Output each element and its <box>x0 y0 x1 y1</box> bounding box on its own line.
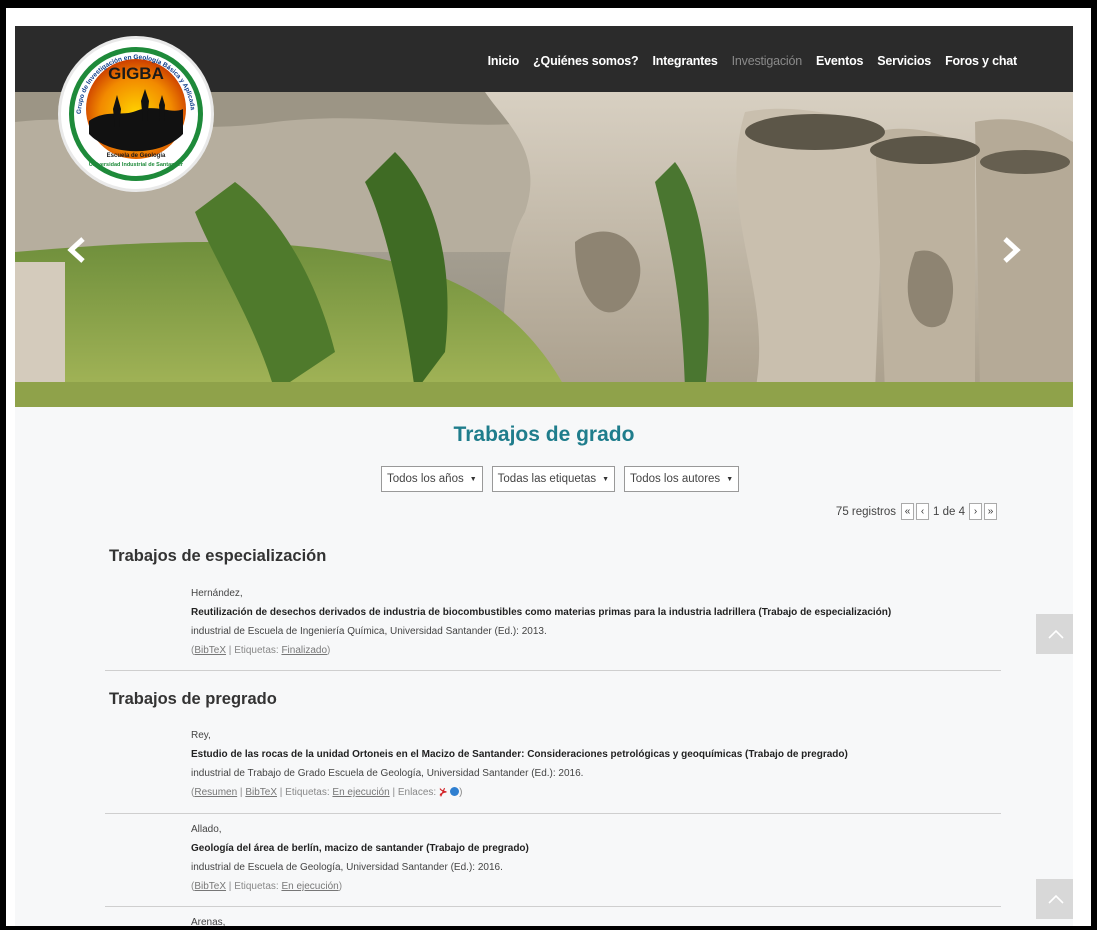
nav-integrantes[interactable]: Integrantes <box>652 54 717 68</box>
nav-investigacion[interactable]: Investigación <box>732 54 803 68</box>
nav-servicios[interactable]: Servicios <box>877 54 931 68</box>
list-item: Allado, Geología del área de berlín, mac… <box>191 820 529 896</box>
page-indicator: 1 de 4 <box>933 505 965 518</box>
nav-inicio[interactable]: Inicio <box>488 54 520 68</box>
logo-university: Universidad Industrial de Santander <box>89 162 184 168</box>
nav-foros-chat[interactable]: Foros y chat <box>945 54 1017 68</box>
entry-author: Rey, <box>191 730 211 741</box>
list-item: Hernández, Reutilización de desechos der… <box>191 584 891 660</box>
year-filter[interactable]: Todos los años ▼ <box>381 466 483 492</box>
section-heading-pregrado: Trabajos de pregrado <box>109 690 277 708</box>
entry-author: Allado, <box>191 824 222 835</box>
entry-title[interactable]: Reutilización de desechos derivados de i… <box>191 603 891 622</box>
entry-author: Hernández, <box>191 588 243 599</box>
caret-down-icon: ▼ <box>602 475 610 483</box>
divider <box>105 670 1001 671</box>
nav-eventos[interactable]: Eventos <box>816 54 863 68</box>
page-title: Trabajos de grado <box>453 423 635 446</box>
top-strip <box>15 15 1073 26</box>
pdf-icon[interactable]: ⊁ <box>439 787 447 798</box>
divider <box>105 813 1001 814</box>
nav-quienes-somos[interactable]: ¿Quiénes somos? <box>533 54 639 68</box>
globe-icon[interactable] <box>450 787 460 796</box>
entry-publisher: industrial de Escuela de Ingeniería Quím… <box>191 626 547 637</box>
logo-name: GIGBA <box>108 64 164 83</box>
chevron-up-icon <box>1048 629 1064 639</box>
chevron-up-icon <box>1048 894 1064 904</box>
browser-frame: Inicio ¿Quiénes somos? Integrantes Inves… <box>6 8 1091 926</box>
entry-publisher: industrial de Escuela de Geología, Unive… <box>191 862 503 873</box>
prev-arrow-icon[interactable] <box>65 236 87 269</box>
tag-link[interactable]: En ejecución <box>332 787 389 798</box>
caret-down-icon: ▼ <box>469 475 477 483</box>
tag-link[interactable]: Finalizado <box>281 645 327 656</box>
entry-author: Arenas, <box>191 917 226 926</box>
main-nav: Inicio ¿Quiénes somos? Integrantes Inves… <box>488 54 1018 68</box>
back-to-top-button[interactable] <box>1036 614 1073 654</box>
tag-link[interactable]: En ejecución <box>281 881 338 892</box>
record-count: 75 registros <box>835 505 897 518</box>
page: Inicio ¿Quiénes somos? Integrantes Inves… <box>15 15 1073 926</box>
section-heading-especializacion: Trabajos de especialización <box>109 547 327 565</box>
entry-title[interactable]: Estudio de las rocas de la unidad Ortone… <box>191 745 848 764</box>
entry-meta: (BibTeX | Etiquetas: Finalizado) <box>191 645 331 656</box>
last-page-button[interactable]: » <box>984 503 997 520</box>
filters: Todos los años ▼ Todas las etiquetas ▼ Tod… <box>381 466 740 492</box>
tag-filter[interactable]: Todas las etiquetas ▼ <box>491 466 616 492</box>
resumen-link[interactable]: Resumen <box>194 787 237 798</box>
back-to-top-button[interactable] <box>1036 879 1073 919</box>
entry-meta: (BibTeX | Etiquetas: En ejecución) <box>191 881 343 892</box>
first-page-button[interactable]: « <box>901 503 915 520</box>
bibtex-link[interactable]: BibTeX <box>194 881 226 892</box>
next-page-button[interactable]: › <box>969 503 982 520</box>
list-item: Arenas, <box>191 913 225 926</box>
gigba-logo[interactable]: GIGBA Grupo de Investigación en Geología… <box>61 39 211 189</box>
caret-down-icon: ▼ <box>726 475 734 483</box>
entry-publisher: industrial de Trabajo de Grado Escuela d… <box>191 768 584 779</box>
pager: 75 registros « ‹ 1 de 4 › » <box>836 503 997 520</box>
entry-meta: (Resumen | BibTeX | Etiquetas: En ejecuc… <box>191 787 463 798</box>
logo-school: Escuela de Geología <box>107 153 166 159</box>
author-filter[interactable]: Todos los autores ▼ <box>624 466 740 492</box>
list-item: Rey, Estudio de las rocas de la unidad O… <box>191 726 848 802</box>
prev-page-button[interactable]: ‹ <box>916 503 930 520</box>
next-arrow-icon[interactable] <box>1001 236 1023 269</box>
entry-title[interactable]: Geología del área de berlín, macizo de s… <box>191 839 529 858</box>
bibtex-link[interactable]: BibTeX <box>194 645 226 656</box>
bibtex-link[interactable]: BibTeX <box>245 787 277 798</box>
divider <box>105 906 1001 907</box>
